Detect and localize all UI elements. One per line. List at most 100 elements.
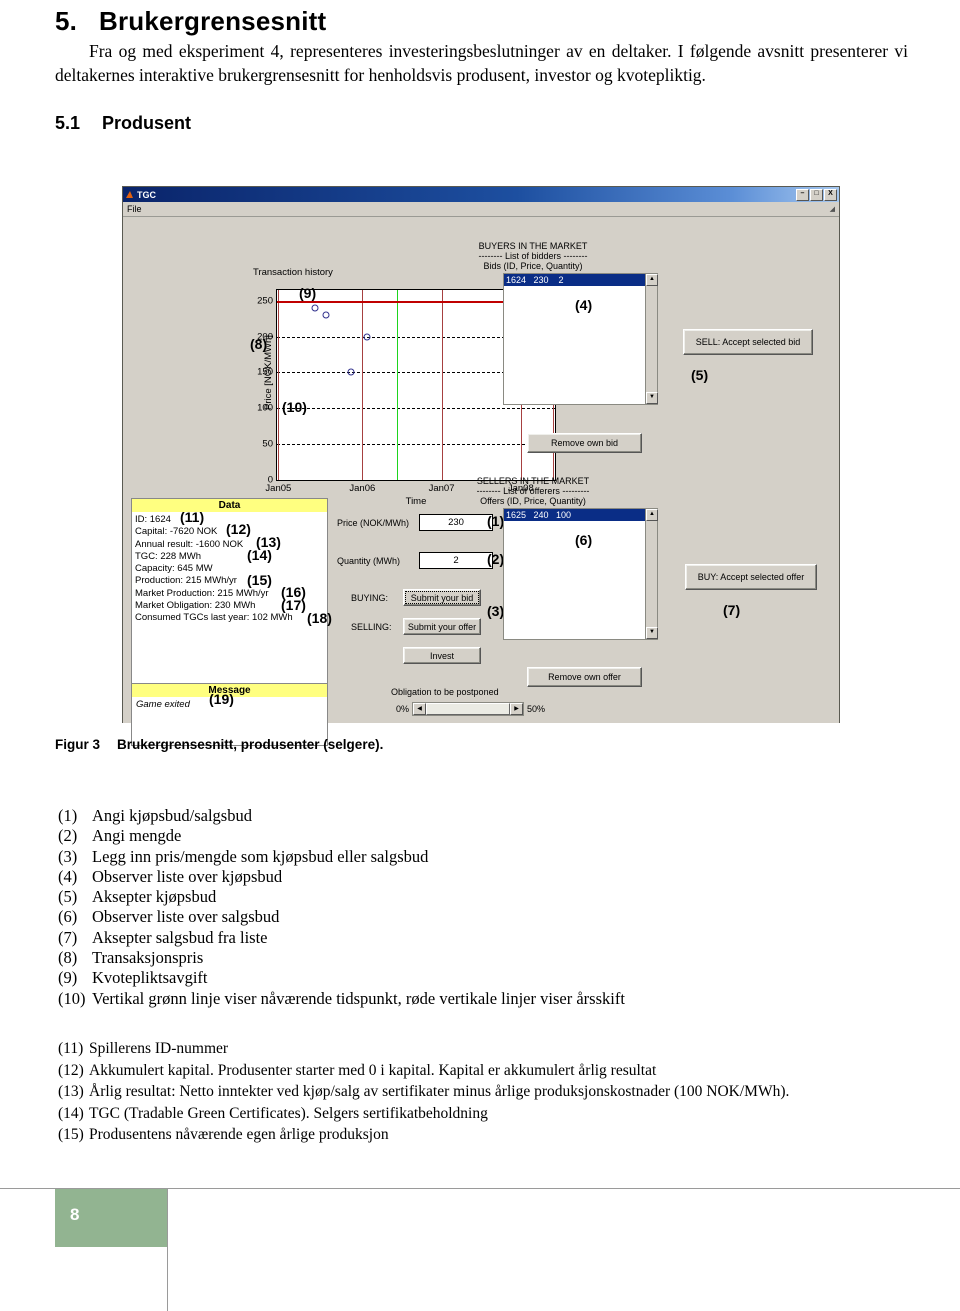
scroll-down-arrow-icon[interactable]: ▼	[646, 627, 658, 639]
list-item: (1) Angi kjøpsbud/salgsbud	[58, 806, 918, 826]
slider-right-arrow-icon[interactable]: ▶	[510, 703, 524, 715]
legend-number: (2)	[58, 826, 78, 846]
list-item: (9) Kvotepliktsavgift	[58, 968, 918, 988]
callout-10: (10)	[282, 399, 307, 415]
legend-number: (5)	[58, 887, 78, 907]
callout-3: (3)	[487, 603, 505, 619]
legend-number: (9)	[58, 968, 78, 988]
data-line-consumed-tgcs: Consumed TGCs last year: 102 MWh	[135, 612, 293, 624]
callout-5: (5)	[691, 367, 709, 383]
menu-item-file[interactable]: File	[127, 204, 142, 214]
legend-text: TGC (Tradable Green Certificates). Selge…	[89, 1104, 488, 1122]
section-title: Brukergrensesnitt	[99, 6, 327, 36]
invest-button[interactable]: Invest	[403, 647, 481, 664]
callout-15: (15)	[247, 572, 272, 588]
data-line-tgc: TGC: 228 MWh	[135, 550, 201, 562]
legend-number: (4)	[58, 866, 78, 886]
sellers-scrollbar[interactable]: ▲ ▼	[645, 509, 658, 639]
callout-4: (4)	[575, 297, 593, 313]
sellers-title: SELLERS IN THE MARKET	[476, 476, 590, 486]
chart-xtick-jan07: Jan07	[428, 483, 455, 494]
maximize-icon[interactable]: □	[810, 188, 823, 201]
data-line-annual-result: Annual result: -1600 NOK	[135, 538, 244, 550]
buyers-listbox[interactable]: 1624 230 2 ▲ ▼	[503, 273, 658, 405]
scroll-down-arrow-icon[interactable]: ▼	[646, 392, 658, 404]
window-titlebar: TGC – □ X	[123, 187, 839, 202]
chart-xtick-jan06: Jan06	[349, 483, 376, 494]
chart-data-point	[322, 311, 330, 319]
subsection-title: 5.1 Produsent	[55, 113, 191, 134]
close-icon[interactable]: X	[824, 188, 837, 201]
menu-bar: File ◢	[123, 202, 839, 217]
legend-number: (12)	[58, 1061, 84, 1079]
scroll-up-arrow-icon[interactable]: ▲	[646, 509, 658, 521]
legend-text: Observer liste over salgsbud	[92, 907, 280, 927]
submit-offer-button[interactable]: Submit your offer	[403, 618, 481, 635]
sellers-list-item[interactable]: 1625 240 100	[504, 509, 657, 521]
menu-grip-icon: ◢	[829, 206, 835, 213]
legend-text: Akkumulert kapital. Produsenter starter …	[89, 1061, 657, 1079]
slider-thumb[interactable]	[426, 703, 511, 715]
data-panel-header: Data	[132, 499, 327, 512]
quantity-label: Quantity (MWh)	[337, 555, 401, 566]
legend-text: Angi kjøpsbud/salgsbud	[92, 806, 252, 825]
callout-12: (12)	[226, 521, 251, 537]
callout-8: (8)	[250, 336, 268, 352]
legend-text: Produsentens nåværende egen årlige produ…	[89, 1126, 389, 1143]
obligation-slider[interactable]: 0% ◀ ▶ 50%	[393, 702, 548, 716]
legend-number: (7)	[58, 927, 78, 947]
data-line-capacity: Capacity: 645 MW	[135, 563, 213, 575]
figure-caption: Figur 3 Brukergrensesnitt, produsenter (s…	[55, 737, 383, 752]
buy-accept-offer-button[interactable]: BUY: Accept selected offer	[685, 564, 817, 590]
intro-paragraph-text: Fra og med eksperiment 4, representeres …	[55, 41, 908, 85]
buyers-scrollbar[interactable]: ▲ ▼	[645, 274, 658, 404]
legend-text: Aksepter kjøpsbud	[92, 887, 217, 907]
buyers-list-item[interactable]: 1624 230 2	[504, 274, 657, 286]
price-input[interactable]: 230	[419, 514, 493, 531]
submit-bid-button[interactable]: Submit your bid	[403, 589, 481, 606]
subsection-label: Produsent	[102, 113, 192, 133]
sellers-columns: Offers (ID, Price, Quantity)	[480, 496, 586, 506]
window-client-area: Transaction history Price [NOK/MWh] 0 50…	[123, 217, 839, 746]
slider-track[interactable]: ◀ ▶	[412, 702, 525, 716]
chart-ytick-150: 150	[257, 366, 273, 378]
legend-number: (3)	[58, 846, 78, 866]
callout-6: (6)	[575, 532, 593, 548]
chart-year-line	[278, 290, 280, 480]
legend-number: (1)	[58, 806, 78, 825]
chart-ytick-50: 50	[262, 438, 273, 450]
chart-data-point	[311, 304, 319, 312]
remove-own-offer-button[interactable]: Remove own offer	[527, 667, 642, 687]
legend-number: (8)	[58, 948, 78, 968]
legend-list-primary: (1) Angi kjøpsbud/salgsbud (2) Angi mengde…	[58, 806, 918, 1009]
quantity-input[interactable]: 2	[419, 552, 493, 569]
sell-accept-bid-button[interactable]: SELL: Accept selected bid	[683, 329, 813, 355]
list-item: (10) Vertikal grønn linje viser nåværende…	[58, 989, 918, 1009]
legend-number: (11)	[58, 1040, 84, 1057]
callout-9: (9)	[299, 285, 317, 301]
legend-number: (10)	[58, 988, 86, 1008]
chart-title: Transaction history	[253, 267, 333, 278]
scroll-up-arrow-icon[interactable]: ▲	[646, 274, 658, 286]
minimize-icon[interactable]: –	[796, 188, 809, 201]
sellers-listbox[interactable]: 1625 240 100 ▲ ▼	[503, 508, 658, 640]
callout-1: (1)	[487, 513, 505, 529]
callout-2: (2)	[487, 551, 505, 567]
chart-xtick-jan05: Jan05	[265, 483, 292, 494]
buyers-subtitle: -------- List of bidders --------	[478, 251, 588, 261]
chart-ytick-250: 250	[257, 295, 273, 307]
list-item: (4) Observer liste over kjøpsbud	[58, 867, 918, 887]
list-item: (12) Akkumulert kapital. Produsenter star…	[58, 1060, 938, 1082]
chart-data-point	[363, 333, 371, 341]
chart-data-point	[347, 368, 355, 376]
slider-left-arrow-icon[interactable]: ◀	[413, 703, 427, 715]
subsection-number: 5.1	[55, 113, 81, 133]
legend-number: (13)	[58, 1083, 84, 1100]
buying-label: BUYING:	[351, 592, 389, 603]
obligation-min-label: 0%	[396, 704, 410, 714]
legend-text: Legg inn pris/mengde som kjøpsbud eller …	[92, 846, 429, 866]
remove-own-bid-button[interactable]: Remove own bid	[527, 433, 642, 453]
callout-11: (11)	[180, 509, 205, 525]
callout-7: (7)	[723, 602, 741, 618]
legend-text: Vertikal grønn linje viser nåværende tid…	[92, 988, 625, 1008]
